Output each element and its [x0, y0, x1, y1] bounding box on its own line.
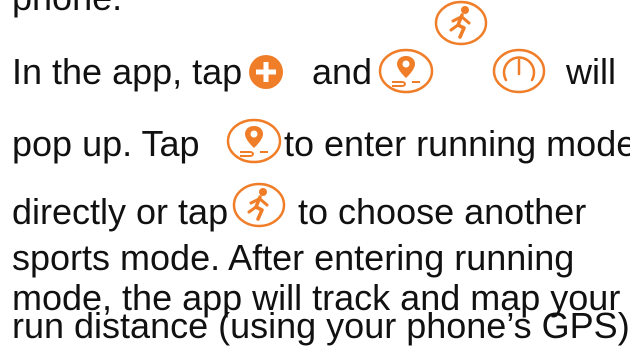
text-line-1b: and: [312, 51, 373, 92]
text-line-1c: will: [566, 51, 616, 92]
text-line-2a: pop up. Tap: [12, 123, 200, 164]
text-line-2b: to enter running mode: [284, 123, 630, 164]
speed-gauge-icon: [492, 48, 546, 94]
running-figure-icon: [434, 0, 488, 46]
location-route-icon-2: [226, 118, 282, 164]
running-figure-icon-2: [232, 182, 286, 228]
text-line-6: run distance (using your phone’s GPS).: [12, 305, 630, 346]
plus-circle-icon: [248, 54, 284, 90]
text-line-3a: directly or tap: [12, 191, 229, 232]
text-line-4: sports mode. After entering running: [12, 237, 575, 278]
text-line-3b: to choose another: [298, 191, 587, 232]
location-route-icon: [378, 48, 434, 94]
text-line-1a: In the app, tap: [12, 51, 243, 92]
clipped-text-line: phone.: [12, 0, 122, 18]
